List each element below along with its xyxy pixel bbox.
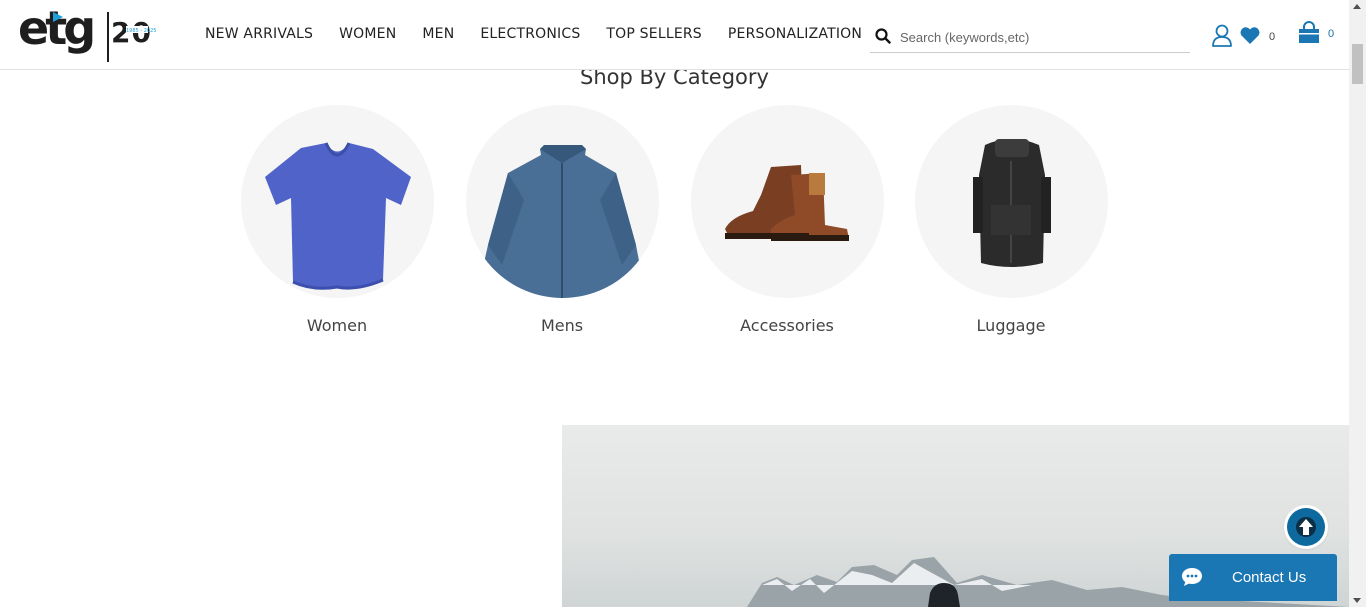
search-input[interactable]	[898, 26, 1187, 48]
main-nav: NEW ARRIVALS WOMEN MEN ELECTRONICS TOP S…	[205, 26, 888, 42]
contact-us-button[interactable]: Contact Us	[1169, 554, 1337, 601]
logo-tagline: 1985 - 2025	[126, 28, 156, 34]
search-icon[interactable]	[875, 28, 891, 44]
category-women[interactable]: Women	[240, 105, 434, 335]
site-header: etg 20 1985 - 2025 NEW ARRIVALS WOMEN ME…	[0, 0, 1349, 70]
shopping-bag-icon[interactable]	[1297, 21, 1321, 45]
category-mens-image[interactable]	[465, 105, 659, 298]
category-women-image[interactable]	[240, 105, 434, 298]
page-scrollbar[interactable]	[1349, 0, 1366, 607]
back-to-top-button[interactable]	[1287, 508, 1325, 546]
heart-icon[interactable]	[1239, 26, 1261, 45]
category-luggage[interactable]: Luggage	[914, 105, 1108, 335]
scroll-down-arrow-icon[interactable]	[1353, 598, 1361, 603]
category-accessories[interactable]: Accessories	[690, 105, 884, 335]
nav-new-arrivals[interactable]: NEW ARRIVALS	[205, 26, 313, 42]
cart-count: 0	[1328, 28, 1335, 40]
category-label: Women	[306, 316, 368, 335]
contact-us-label: Contact Us	[1232, 569, 1307, 586]
search-bar	[870, 20, 1190, 53]
category-luggage-image[interactable]	[914, 105, 1108, 298]
nav-personalization[interactable]: PERSONALIZATION	[728, 26, 862, 42]
category-label: Luggage	[976, 316, 1046, 335]
arrow-up-icon	[1296, 517, 1316, 537]
nav-women[interactable]: WOMEN	[339, 26, 396, 42]
chat-icon	[1182, 568, 1202, 586]
category-accessories-image[interactable]	[690, 105, 884, 298]
category-label: Accessories	[740, 316, 834, 335]
wishlist-count: 0	[1269, 31, 1276, 43]
nav-men[interactable]: MEN	[422, 26, 454, 42]
user-icon[interactable]	[1211, 24, 1233, 48]
etg-logo[interactable]: etg 20 1985 - 2025	[18, 1, 158, 66]
scroll-thumb[interactable]	[1352, 44, 1363, 84]
nav-electronics[interactable]: ELECTRONICS	[480, 26, 580, 42]
category-mens[interactable]: Mens	[465, 105, 659, 335]
nav-top-sellers[interactable]: TOP SELLERS	[606, 26, 701, 42]
scroll-up-arrow-icon[interactable]	[1353, 4, 1361, 9]
category-label: Mens	[540, 316, 584, 335]
